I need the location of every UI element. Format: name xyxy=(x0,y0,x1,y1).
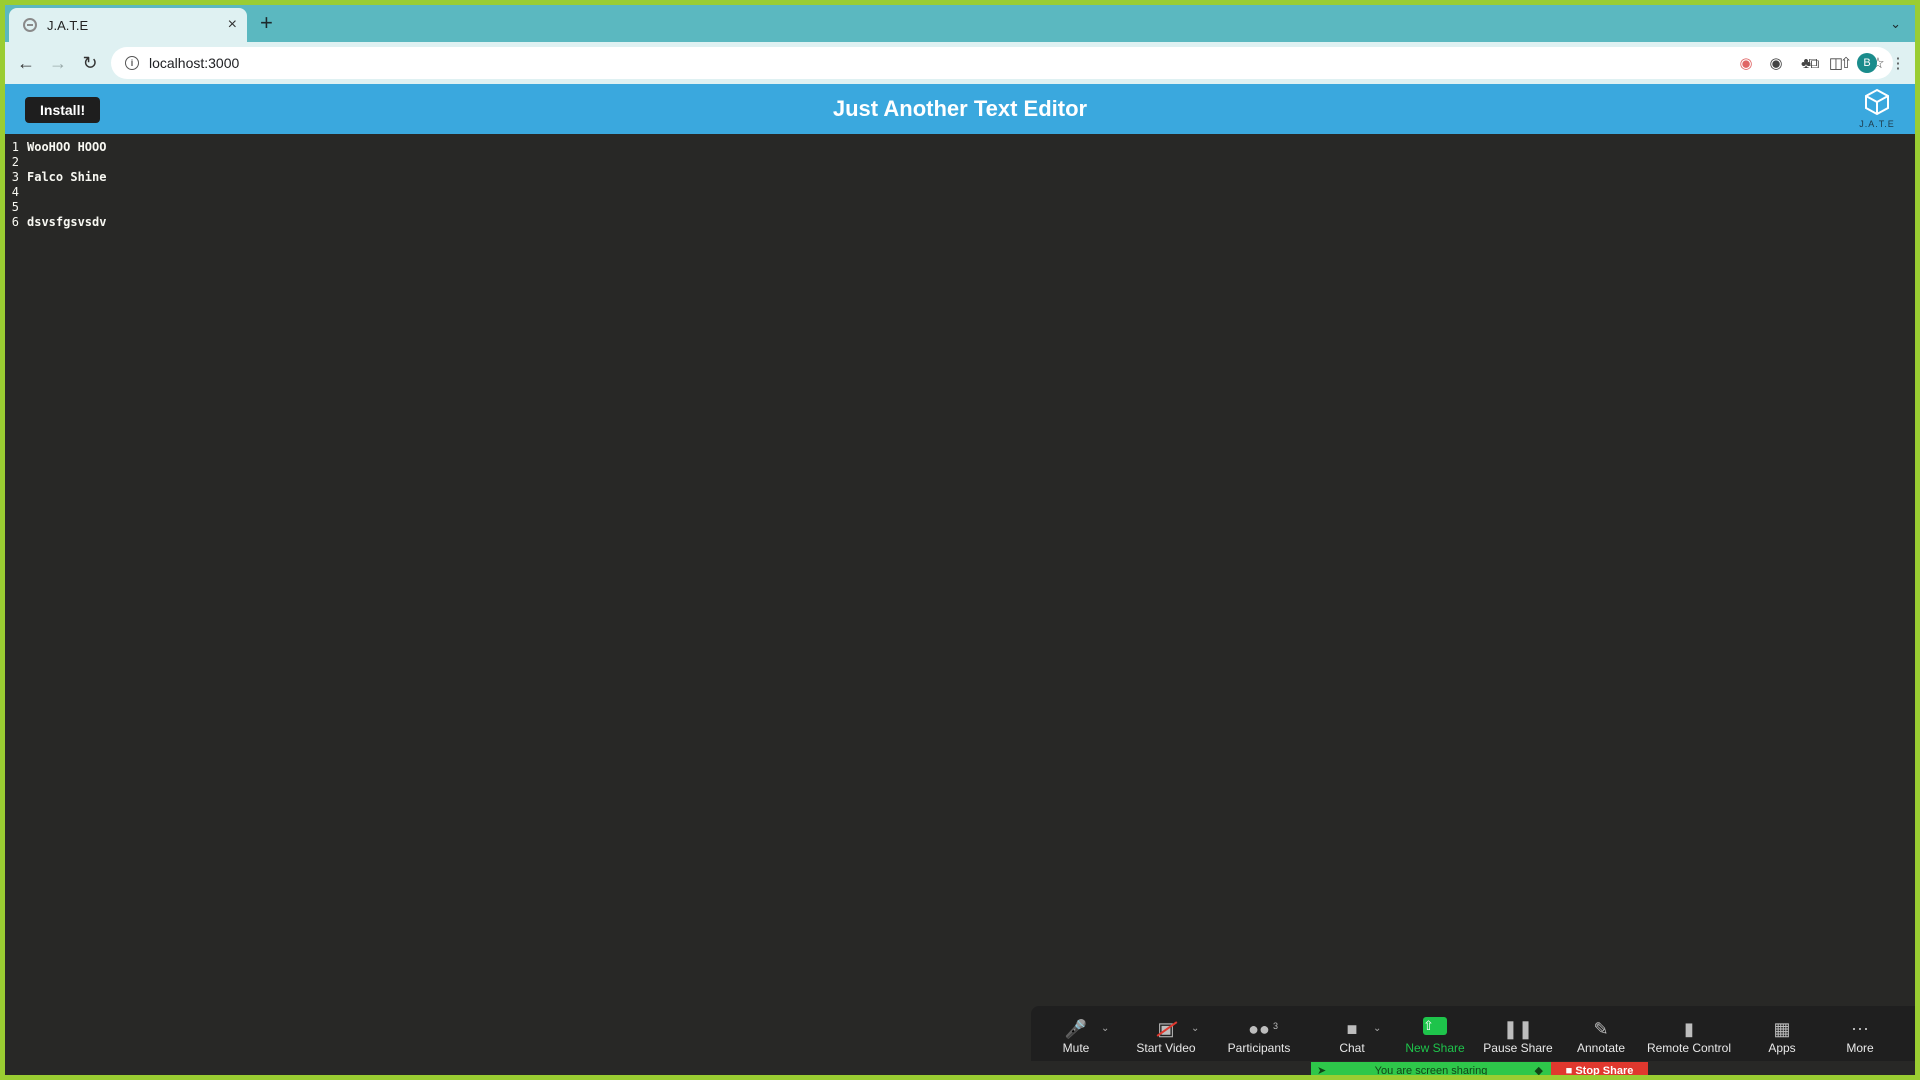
mouse-icon: ▮ xyxy=(1684,1019,1694,1039)
new-share-button[interactable]: ⇧ New Share xyxy=(1397,1017,1473,1055)
back-arrow-icon[interactable]: ← xyxy=(15,52,37,74)
logo-text: J.A.T.E xyxy=(1859,119,1895,129)
line-number: 4 xyxy=(11,185,19,199)
screen-share-status-bar: ➤ You are screen sharing ◆ ■ Stop Share xyxy=(1311,1062,1648,1075)
line-number: 3 xyxy=(11,170,19,184)
more-button[interactable]: ⋯ More xyxy=(1825,1017,1895,1055)
video-off-icon: ▣ xyxy=(1157,1017,1178,1041)
browser-toolbar: ← → ↻ i localhost:3000 ⧉ ⇧ ☆ ◉ ◉ ♣ ◫ B ⋮ xyxy=(5,42,1915,84)
sharing-status[interactable]: ➤ You are screen sharing ◆ xyxy=(1311,1062,1551,1075)
pause-icon: ❚❚ xyxy=(1502,1019,1534,1039)
code-editor[interactable]: 1 WooHOO HOOO 2 3 Falco Shine 4 5 6 dsvsfgsvsdv xyxy=(5,134,1915,1075)
editor-line[interactable]: 4 xyxy=(5,185,1915,200)
annotate-button[interactable]: ✎ Annotate xyxy=(1563,1017,1639,1055)
line-text[interactable]: WooHOO HOOO xyxy=(27,140,106,155)
start-video-button[interactable]: ▣ ⌄ Start Video xyxy=(1121,1017,1211,1055)
upload-arrow-icon: ⇧ xyxy=(1423,1017,1447,1035)
line-number: 2 xyxy=(11,155,19,169)
address-bar[interactable]: i localhost:3000 ⧉ ⇧ ☆ xyxy=(111,47,1893,79)
kebab-menu-icon[interactable]: ⋮ xyxy=(1889,54,1907,72)
remote-control-button[interactable]: ▮ Remote Control xyxy=(1639,1017,1739,1055)
extensions-puzzle-icon[interactable]: ♣ xyxy=(1797,55,1815,72)
profile-avatar[interactable]: B xyxy=(1857,53,1877,73)
toolbar-right: ◉ ◉ ♣ ◫ B ⋮ xyxy=(1737,53,1907,73)
globe-icon xyxy=(23,18,37,32)
apps-button[interactable]: ▦ Apps xyxy=(1739,1017,1825,1055)
app-title: Just Another Text Editor xyxy=(832,96,1088,121)
line-number: 6 xyxy=(11,215,19,229)
chat-bubble-icon: ■ xyxy=(1346,1019,1358,1039)
editor-line[interactable]: 3 Falco Shine xyxy=(5,170,1915,185)
participants-button[interactable]: ●● 3 Participants xyxy=(1211,1017,1307,1055)
side-panel-icon[interactable]: ◫ xyxy=(1827,54,1845,72)
editor-line[interactable]: 1 WooHOO HOOO xyxy=(5,140,1915,155)
apps-icon: ▦ xyxy=(1773,1019,1791,1039)
forward-arrow-icon[interactable]: → xyxy=(47,52,69,74)
info-icon[interactable]: i xyxy=(125,56,139,70)
microphone-icon: 🎤 xyxy=(1064,1019,1088,1039)
browser-tab[interactable]: J.A.T.E × xyxy=(9,8,247,42)
more-dots-icon: ⋯ xyxy=(1851,1019,1869,1039)
pause-share-button[interactable]: ❚❚ Pause Share xyxy=(1473,1017,1563,1055)
editor-line[interactable]: 5 xyxy=(5,200,1915,215)
tab-strip: J.A.T.E × + ⌄ xyxy=(5,5,1915,42)
app-header: Install! Just Another Text Editor J.A.T.… xyxy=(5,84,1915,134)
chevron-down-icon[interactable]: ⌄ xyxy=(1890,16,1901,32)
line-number: 5 xyxy=(11,200,19,214)
shield-icon: ◆ xyxy=(1534,1065,1543,1075)
participants-count: 3 xyxy=(1273,1021,1279,1031)
line-text[interactable]: dsvsfgsvsdv xyxy=(27,215,106,230)
stop-square-icon: ■ xyxy=(1565,1065,1573,1075)
line-number: 1 xyxy=(11,140,19,154)
pencil-icon: ✎ xyxy=(1593,1019,1609,1039)
reload-icon[interactable]: ↻ xyxy=(79,52,101,74)
chat-button[interactable]: ■ ⌄ Chat xyxy=(1307,1017,1397,1055)
url-text[interactable]: localhost:3000 xyxy=(149,55,239,71)
chevron-down-icon[interactable]: ⌄ xyxy=(1101,1023,1109,1034)
screen-record-icon[interactable]: ◉ xyxy=(1737,54,1755,72)
tab-title: J.A.T.E xyxy=(47,17,89,33)
chevron-down-icon[interactable]: ⌄ xyxy=(1373,1023,1381,1034)
line-text[interactable]: Falco Shine xyxy=(27,170,106,185)
mute-button[interactable]: 🎤 ⌄ Mute xyxy=(1031,1017,1121,1055)
camera-icon[interactable]: ◉ xyxy=(1767,54,1785,72)
pin-icon[interactable]: ➤ xyxy=(1317,1062,1326,1075)
chevron-down-icon[interactable]: ⌄ xyxy=(1191,1023,1199,1034)
logo: J.A.T.E xyxy=(1854,88,1900,129)
zoom-meeting-toolbar: 🎤 ⌄ Mute ▣ ⌄ Start Video ●● 3 Participan… xyxy=(1031,1006,1915,1061)
stop-share-button[interactable]: ■ Stop Share xyxy=(1551,1062,1648,1075)
screen-frame: J.A.T.E × + ⌄ ← → ↻ i localhost:3000 ⧉ ⇧… xyxy=(5,5,1915,1075)
close-tab-icon[interactable]: × xyxy=(228,16,237,34)
participants-icon: ●● xyxy=(1248,1019,1270,1039)
editor-line[interactable]: 2 xyxy=(5,155,1915,170)
editor-line[interactable]: 6 dsvsfgsvsdv xyxy=(5,215,1915,230)
cube-logo-icon xyxy=(1865,88,1889,116)
new-tab-button[interactable]: + xyxy=(260,12,273,34)
